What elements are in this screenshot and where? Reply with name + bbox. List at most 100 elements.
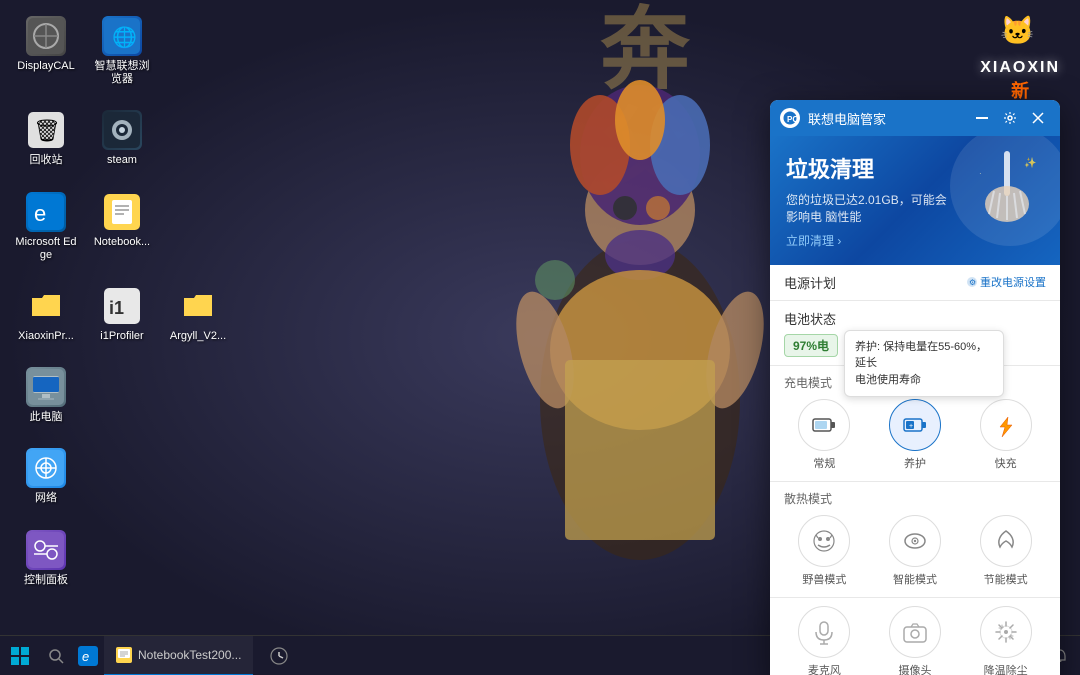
mode-fast[interactable]: 快充	[980, 399, 1032, 471]
xiaoxinpr-label: XiaoxinPr...	[18, 330, 74, 343]
desktop-icon-argyll[interactable]: Argyll_V2...	[162, 280, 234, 349]
desktop-icon-recycle[interactable]: 🗑 回收站	[10, 104, 82, 173]
browser-icon: 🌐	[102, 16, 142, 56]
window-settings-btn[interactable]	[998, 106, 1022, 130]
control-label: 控制面板	[24, 574, 68, 587]
network-icon	[26, 448, 66, 488]
tool-cooling[interactable]: 降温除尘	[980, 606, 1032, 675]
svg-text:🗑: 🗑	[33, 118, 61, 143]
desktop-icon-i1profiler[interactable]: i1 i1Profiler	[86, 280, 158, 349]
taskbar-start-btn[interactable]	[0, 636, 40, 675]
mode-care[interactable]: + 养护	[889, 399, 941, 471]
window-header: 垃圾清理 您的垃圾已达2.01GB，可能会影响电 脑性能 立即清理 › ✨ ·	[770, 136, 1060, 265]
xiaoxin-brand-text: XIAOXIN	[980, 59, 1060, 77]
i1profiler-icon: i1	[102, 286, 142, 326]
heat-eco-label: 节能模式	[984, 571, 1028, 587]
svg-text:i1: i1	[109, 298, 124, 318]
desktop-icon-displaycal[interactable]: DisplayCAL	[10, 10, 82, 92]
xiaoxin-cat-icon: 🐱	[980, 10, 1060, 57]
tool-mic-label: 麦克风	[808, 662, 841, 675]
tool-camera-btn[interactable]	[889, 606, 941, 658]
heat-smart[interactable]: 智能模式	[889, 515, 941, 587]
app-window: PC 联想电脑管家	[770, 100, 1060, 675]
battery-tooltip: 养护: 保持电量在55-60%，延长 电池使用寿命	[844, 330, 1004, 398]
charging-modes-grid: 常规 + 养护	[784, 399, 1046, 471]
desktop-icon-notebook[interactable]: Notebook...	[86, 186, 158, 268]
desktop-icon-thispc[interactable]: 此电脑	[10, 361, 82, 430]
taskbar-app-label: NotebookTest200...	[138, 648, 241, 662]
mode-fast-label: 快充	[995, 455, 1017, 471]
network-label: 网络	[35, 492, 57, 505]
battery-percent-badge[interactable]: 97%电	[784, 334, 838, 357]
heat-smart-btn[interactable]	[889, 515, 941, 567]
argyll-label: Argyll_V2...	[170, 330, 226, 343]
broom-icon: ✨ ·	[974, 146, 1044, 226]
tool-cooling-label: 降温除尘	[984, 662, 1028, 675]
tooltip-line1: 养护: 保持电量在55-60%，延长	[855, 339, 993, 372]
heat-eco[interactable]: 节能模式	[980, 515, 1032, 587]
window-close-btn[interactable]	[1026, 106, 1050, 130]
desktop-icon-edge[interactable]: e Microsoft Edge	[10, 186, 82, 268]
mode-care-btn[interactable]: +	[889, 399, 941, 451]
power-plan-link[interactable]: ⚙ 重改电源设置	[966, 274, 1046, 290]
heat-savage-btn[interactable]	[798, 515, 850, 567]
edge-icon: e	[26, 192, 66, 232]
thispc-label: 此电脑	[30, 411, 63, 424]
mode-fast-btn[interactable]	[980, 399, 1032, 451]
tools-section: 麦克风 摄像头	[770, 598, 1060, 675]
desktop: 奔 父	[0, 0, 1080, 675]
power-plan-row: 电源计划 ⚙ 重改电源设置	[770, 265, 1060, 301]
mode-normal-btn[interactable]	[798, 399, 850, 451]
displaycal-icon	[26, 16, 66, 56]
svg-text:✨: ✨	[1024, 157, 1036, 169]
header-title: 垃圾清理	[786, 152, 1044, 184]
heat-modes-grid: 野兽模式 智能模式	[784, 515, 1046, 587]
heat-modes-section: 散热模式 野兽模式	[770, 482, 1060, 598]
window-titlebar: PC 联想电脑管家	[770, 100, 1060, 136]
heat-modes-title: 散热模式	[784, 490, 1046, 507]
svg-text:e: e	[34, 201, 46, 226]
tool-mic[interactable]: 麦克风	[798, 606, 850, 675]
desktop-icon-xiaoxinpr[interactable]: XiaoxinPr...	[10, 280, 82, 349]
battery-section: 电池状态 97%电 养护: 保持电量在55-60%，延长 电池使用寿命	[770, 301, 1060, 366]
taskbar-app-notebooktest[interactable]: NotebookTest200...	[104, 636, 253, 675]
svg-text:+: +	[909, 423, 913, 430]
desktop-icon-network[interactable]: 网络	[10, 442, 82, 511]
tool-cooling-btn[interactable]	[980, 606, 1032, 658]
taskbar-edge-btn[interactable]: e	[72, 636, 104, 675]
window-controls	[970, 106, 1050, 130]
svg-text:PC: PC	[787, 115, 798, 124]
svg-text:e: e	[82, 649, 89, 664]
svg-text:🐱: 🐱	[1000, 15, 1035, 46]
battery-status-row: 97%电 养护: 保持电量在55-60%，延长 电池使用寿命	[784, 334, 1046, 357]
window-minimize-btn[interactable]	[970, 106, 994, 130]
steam-icon	[102, 110, 142, 150]
battery-percent-text: 97%	[793, 339, 817, 353]
control-icon	[26, 530, 66, 570]
tool-camera-label: 摄像头	[898, 662, 931, 675]
header-action-link[interactable]: 立即清理 ›	[786, 232, 1044, 249]
header-desc: 您的垃圾已达2.01GB，可能会影响电 脑性能	[786, 192, 956, 226]
tool-camera[interactable]: 摄像头	[889, 606, 941, 675]
svg-text:🌐: 🌐	[112, 25, 137, 49]
displaycal-label: DisplayCAL	[17, 60, 74, 73]
heat-savage[interactable]: 野兽模式	[798, 515, 850, 587]
svg-text:·: ·	[979, 169, 982, 178]
heat-smart-label: 智能模式	[893, 571, 937, 587]
heat-savage-label: 野兽模式	[802, 571, 846, 587]
steam-label: steam	[107, 154, 137, 167]
desktop-icon-browser[interactable]: 🌐 智慧联想浏览器	[86, 10, 158, 92]
tool-mic-btn[interactable]	[798, 606, 850, 658]
tools-grid: 麦克风 摄像头	[784, 606, 1046, 675]
recycle-icon: 🗑	[26, 110, 66, 150]
window-title: 联想电脑管家	[808, 109, 962, 128]
xiaoxinpr-icon	[26, 286, 66, 326]
desktop-icon-steam[interactable]: steam	[86, 104, 158, 173]
heat-eco-btn[interactable]	[980, 515, 1032, 567]
notebook-icon	[102, 192, 142, 232]
taskbar-search-btn[interactable]	[40, 636, 72, 675]
desktop-icon-control[interactable]: 控制面板	[10, 524, 82, 593]
mode-normal[interactable]: 常规	[798, 399, 850, 471]
taskbar-time-icon[interactable]	[261, 636, 297, 675]
svg-text:⚙: ⚙	[969, 278, 976, 287]
